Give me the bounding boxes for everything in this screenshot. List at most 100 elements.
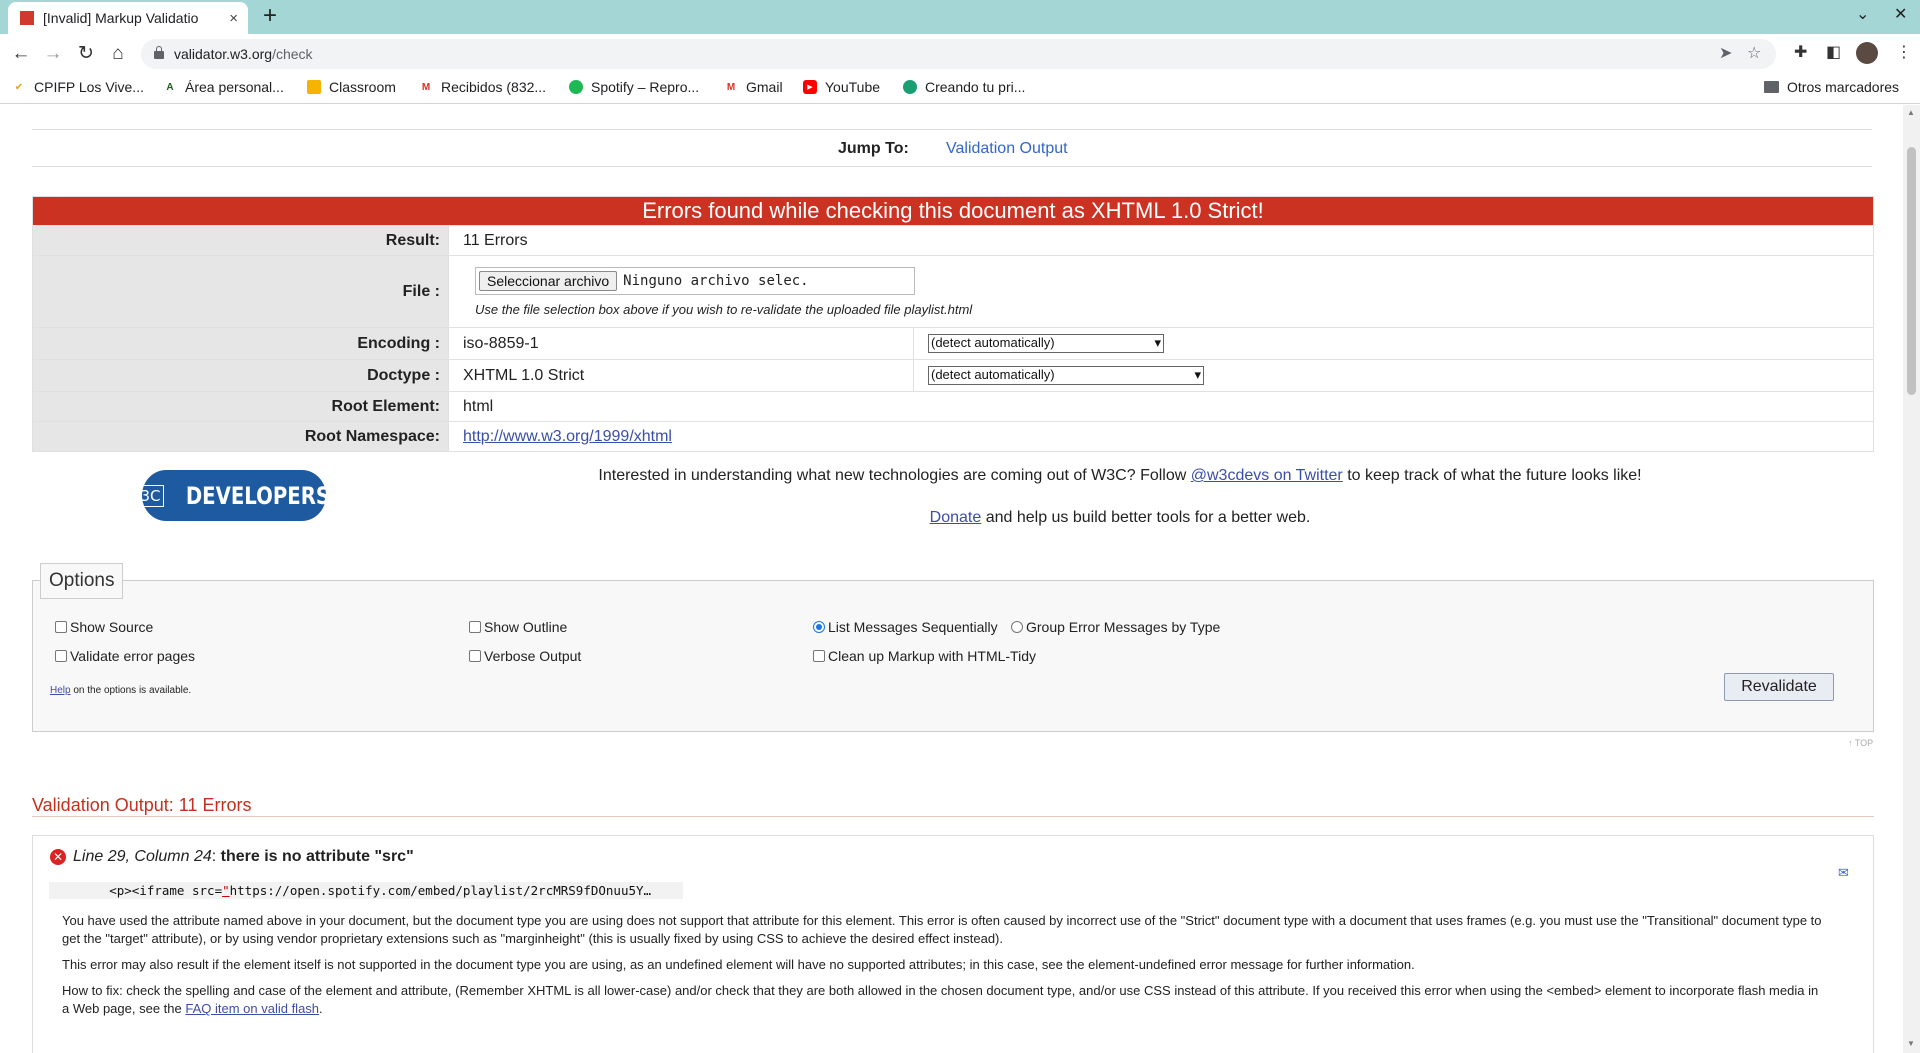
home-icon[interactable]: ⌂ [106, 42, 130, 66]
faq-valid-flash-link[interactable]: FAQ item on valid flash [185, 1001, 319, 1016]
root-namespace-cell: http://www.w3.org/1999/xhtml [448, 421, 1874, 452]
tab-search-icon[interactable]: ⌄ [1856, 4, 1869, 24]
url-text[interactable]: validator.w3.org/check [174, 46, 313, 62]
tab-close-icon[interactable]: × [229, 10, 238, 27]
promo-donate-text: Donate and help us build better tools fo… [929, 509, 1311, 526]
bookmark-gmail[interactable]: M Gmail [724, 79, 783, 95]
results-table: Errors found while checking this documen… [32, 196, 1874, 452]
error-icon: ✕ [50, 849, 66, 865]
scrollbar-thumb[interactable] [1907, 147, 1916, 395]
file-label: File : [32, 255, 449, 328]
profile-avatar[interactable] [1856, 42, 1878, 64]
jump-to-bar: Jump To: Validation Output [32, 129, 1872, 167]
lock-icon [154, 46, 164, 59]
page-scrollbar[interactable]: ▲ ▼ [1903, 105, 1920, 1053]
options-help-link[interactable]: Help [50, 685, 71, 696]
new-tab-button[interactable]: + [258, 2, 282, 30]
show-source-checkbox[interactable] [55, 621, 67, 633]
address-bar[interactable]: validator.w3.org/check ➤ ☆ [141, 39, 1776, 69]
page-viewport: Jump To: Validation Output Errors found … [0, 105, 1903, 1053]
menu-icon[interactable]: ⋮ [1896, 42, 1912, 62]
options-legend: Options [40, 563, 124, 599]
extensions-icon[interactable]: ✚ [1794, 42, 1807, 62]
file-cell: Seleccionar archivo Ninguno archivo sele… [448, 255, 1874, 328]
bookmark-recibidos[interactable]: M Recibidos (832... [419, 79, 546, 95]
bookmark-classroom[interactable]: Classroom [307, 79, 396, 95]
choose-file-button[interactable]: Seleccionar archivo [479, 270, 618, 291]
w3c-mark: W3C [122, 484, 164, 507]
youtube-icon: ▶ [803, 80, 817, 94]
back-icon[interactable]: ← [9, 42, 33, 66]
window-close-icon[interactable]: ✕ [1894, 4, 1907, 24]
cleanup-tidy-option[interactable]: Clean up Markup with HTML-Tidy [813, 648, 1036, 664]
side-panel-icon[interactable]: ◧ [1826, 42, 1841, 62]
validation-output-title: Validation Output: 11 Errors [32, 795, 1874, 817]
verbose-output-option[interactable]: Verbose Output [469, 648, 581, 664]
donate-link[interactable]: Donate [930, 509, 982, 526]
w3c-developers-logo[interactable]: W3C DEVELOPERS [122, 470, 330, 521]
scroll-up-icon[interactable]: ▲ [1907, 108, 1915, 117]
bookmark-creando[interactable]: Creando tu pri... [903, 79, 1025, 95]
encoding-select-cell: (detect automatically) ▾ [913, 327, 1874, 360]
bookmark-star-icon[interactable]: ☆ [1747, 43, 1761, 63]
doctype-select[interactable]: (detect automatically) ▾ [928, 366, 1204, 385]
other-bookmarks[interactable]: Otros marcadores [1764, 79, 1899, 95]
creando-icon [903, 80, 917, 94]
tab-strip: [Invalid] Markup Validatio × + ⌄ ✕ [0, 0, 1920, 34]
error-explanation-1: You have used the attribute named above … [62, 913, 1822, 946]
send-icon[interactable]: ➤ [1719, 43, 1732, 63]
reload-icon[interactable]: ↻ [74, 42, 98, 66]
bookmark-cpifp[interactable]: ✔ CPIFP Los Vive... [12, 79, 144, 95]
validate-error-pages-checkbox[interactable] [55, 650, 67, 662]
group-by-type-option[interactable]: Group Error Messages by Type [1011, 619, 1220, 635]
revalidate-button[interactable]: Revalidate [1724, 673, 1834, 701]
error-message-heading: Line 29, Column 24: there is no attribut… [73, 848, 414, 865]
scroll-down-icon[interactable]: ▼ [1907, 1039, 1915, 1048]
root-element-label: Root Element: [32, 391, 449, 422]
jump-validation-output-link[interactable]: Validation Output [946, 140, 1068, 158]
file-help-text: Use the file selection box above if you … [475, 301, 973, 317]
bookmark-youtube[interactable]: ▶ YouTube [803, 79, 880, 95]
error-location: Line 29, Column 24 [73, 848, 212, 865]
doctype-select-cell: (detect automatically) ▾ [913, 359, 1874, 392]
no-file-text: Ninguno archivo selec. [623, 272, 809, 289]
error-explanation-2: This error may also result if the elemen… [62, 957, 1415, 972]
moodle-icon: A [166, 81, 174, 93]
file-input[interactable]: Seleccionar archivo Ninguno archivo sele… [475, 266, 915, 295]
show-source-option[interactable]: Show Source [55, 619, 153, 635]
folder-icon [1764, 81, 1779, 93]
root-namespace-label: Root Namespace: [32, 421, 449, 452]
jump-to-label: Jump To: [838, 140, 909, 157]
verbose-output-checkbox[interactable] [469, 650, 481, 662]
validate-error-pages-option[interactable]: Validate error pages [55, 648, 195, 664]
spotify-icon [569, 80, 583, 94]
encoding-select[interactable]: (detect automatically) ▾ [928, 334, 1164, 353]
active-tab[interactable]: [Invalid] Markup Validatio × [8, 2, 248, 34]
encoding-label: Encoding : [32, 327, 449, 360]
list-sequential-option[interactable]: List Messages Sequentially [813, 619, 998, 635]
error-title: there is no attribute "src" [220, 848, 414, 865]
doctype-value: XHTML 1.0 Strict [448, 359, 914, 392]
forward-icon[interactable]: → [41, 42, 65, 66]
developers-wordmark: DEVELOPERS [185, 481, 330, 510]
gmail-icon: M [726, 81, 736, 93]
tab-title: [Invalid] Markup Validatio [43, 10, 199, 26]
encoding-value: iso-8859-1 [448, 327, 914, 360]
cleanup-tidy-checkbox[interactable] [813, 650, 825, 662]
classroom-icon [307, 80, 321, 94]
top-link[interactable]: ↑ TOP [1848, 738, 1873, 748]
show-outline-option[interactable]: Show Outline [469, 619, 567, 635]
result-label: Result: [32, 225, 449, 256]
bookmark-spotify[interactable]: Spotify – Repro... [569, 79, 699, 95]
show-outline-checkbox[interactable] [469, 621, 481, 633]
group-by-type-radio[interactable] [1011, 621, 1023, 633]
promo-twitter-text: Interested in understanding what new tec… [598, 467, 1642, 484]
cpifp-icon: ✔ [14, 81, 24, 93]
mail-icon[interactable]: ✉ [1838, 865, 1849, 881]
root-namespace-link[interactable]: http://www.w3.org/1999/xhtml [463, 428, 672, 445]
twitter-link[interactable]: @w3cdevs on Twitter [1191, 467, 1343, 484]
list-sequential-radio[interactable] [813, 621, 825, 633]
error-banner: Errors found while checking this documen… [32, 196, 1874, 226]
error-source-code: <p><iframe src="https://open.spotify.com… [49, 882, 683, 899]
bookmark-area-personal[interactable]: A Área personal... [163, 79, 283, 95]
